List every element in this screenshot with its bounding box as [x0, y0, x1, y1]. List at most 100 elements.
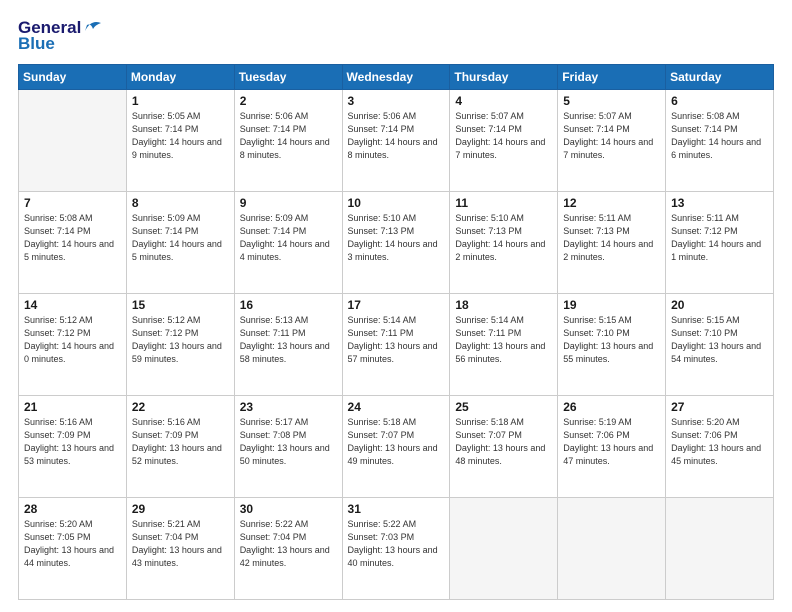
day-info: Sunrise: 5:09 AMSunset: 7:14 PMDaylight:… — [132, 212, 229, 264]
day-info: Sunrise: 5:16 AMSunset: 7:09 PMDaylight:… — [132, 416, 229, 468]
day-number: 18 — [455, 298, 552, 312]
day-info: Sunrise: 5:10 AMSunset: 7:13 PMDaylight:… — [455, 212, 552, 264]
day-number: 4 — [455, 94, 552, 108]
day-info: Sunrise: 5:09 AMSunset: 7:14 PMDaylight:… — [240, 212, 337, 264]
calendar-cell — [666, 498, 774, 600]
day-info: Sunrise: 5:06 AMSunset: 7:14 PMDaylight:… — [348, 110, 445, 162]
calendar-cell: 29Sunrise: 5:21 AMSunset: 7:04 PMDayligh… — [126, 498, 234, 600]
weekday-header-row: SundayMondayTuesdayWednesdayThursdayFrid… — [19, 65, 774, 90]
calendar-week-row: 14 Sunrise: 5:12 AMSunset: 7:12 PMDayligh… — [19, 294, 774, 396]
weekday-header: Tuesday — [234, 65, 342, 90]
day-info: Sunrise: 5:20 AMSunset: 7:05 PMDaylight:… — [24, 518, 121, 570]
calendar-table: SundayMondayTuesdayWednesdayThursdayFrid… — [18, 64, 774, 600]
day-info: Sunrise: 5:08 AMSunset: 7:14 PMDaylight:… — [671, 110, 768, 162]
calendar-cell: 20 Sunrise: 5:15 AMSunset: 7:10 PMDayligh… — [666, 294, 774, 396]
calendar-cell: 26Sunrise: 5:19 AMSunset: 7:06 PMDayligh… — [558, 396, 666, 498]
calendar-cell: 6 Sunrise: 5:08 AMSunset: 7:14 PMDaylight… — [666, 90, 774, 192]
day-info: Sunrise: 5:07 AMSunset: 7:14 PMDaylight:… — [455, 110, 552, 162]
calendar-cell: 10 Sunrise: 5:10 AMSunset: 7:13 PMDayligh… — [342, 192, 450, 294]
day-number: 5 — [563, 94, 660, 108]
calendar-cell: 22 Sunrise: 5:16 AMSunset: 7:09 PMDayligh… — [126, 396, 234, 498]
day-info: Sunrise: 5:19 AMSunset: 7:06 PMDaylight:… — [563, 416, 660, 468]
calendar-cell: 5 Sunrise: 5:07 AMSunset: 7:14 PMDaylight… — [558, 90, 666, 192]
day-info: Sunrise: 5:11 AMSunset: 7:13 PMDaylight:… — [563, 212, 660, 264]
calendar-week-row: 1 Sunrise: 5:05 AMSunset: 7:14 PMDaylight… — [19, 90, 774, 192]
day-info: Sunrise: 5:14 AMSunset: 7:11 PMDaylight:… — [348, 314, 445, 366]
day-number: 14 — [24, 298, 121, 312]
calendar-cell: 17 Sunrise: 5:14 AMSunset: 7:11 PMDayligh… — [342, 294, 450, 396]
header: General Blue — [18, 18, 774, 54]
day-info: Sunrise: 5:22 AMSunset: 7:04 PMDaylight:… — [240, 518, 337, 570]
day-info: Sunrise: 5:17 AMSunset: 7:08 PMDaylight:… — [240, 416, 337, 468]
day-number: 11 — [455, 196, 552, 210]
calendar-cell: 25 Sunrise: 5:18 AMSunset: 7:07 PMDayligh… — [450, 396, 558, 498]
calendar-cell: 1 Sunrise: 5:05 AMSunset: 7:14 PMDaylight… — [126, 90, 234, 192]
day-number: 19 — [563, 298, 660, 312]
day-number: 12 — [563, 196, 660, 210]
day-info: Sunrise: 5:18 AMSunset: 7:07 PMDaylight:… — [455, 416, 552, 468]
day-info: Sunrise: 5:07 AMSunset: 7:14 PMDaylight:… — [563, 110, 660, 162]
day-number: 17 — [348, 298, 445, 312]
calendar-cell — [450, 498, 558, 600]
day-number: 10 — [348, 196, 445, 210]
weekday-header: Thursday — [450, 65, 558, 90]
calendar-cell: 14 Sunrise: 5:12 AMSunset: 7:12 PMDayligh… — [19, 294, 127, 396]
day-number: 22 — [132, 400, 229, 414]
day-number: 15 — [132, 298, 229, 312]
calendar-cell: 18Sunrise: 5:14 AMSunset: 7:11 PMDayligh… — [450, 294, 558, 396]
calendar-cell: 27 Sunrise: 5:20 AMSunset: 7:06 PMDayligh… — [666, 396, 774, 498]
day-number: 27 — [671, 400, 768, 414]
calendar-cell: 30 Sunrise: 5:22 AMSunset: 7:04 PMDayligh… — [234, 498, 342, 600]
day-number: 7 — [24, 196, 121, 210]
day-number: 31 — [348, 502, 445, 516]
calendar-cell: 8 Sunrise: 5:09 AMSunset: 7:14 PMDaylight… — [126, 192, 234, 294]
calendar-cell: 13Sunrise: 5:11 AMSunset: 7:12 PMDayligh… — [666, 192, 774, 294]
day-number: 28 — [24, 502, 121, 516]
logo-blue: Blue — [18, 34, 55, 54]
day-info: Sunrise: 5:18 AMSunset: 7:07 PMDaylight:… — [348, 416, 445, 468]
calendar-cell: 3 Sunrise: 5:06 AMSunset: 7:14 PMDaylight… — [342, 90, 450, 192]
weekday-header: Saturday — [666, 65, 774, 90]
calendar-cell: 12 Sunrise: 5:11 AMSunset: 7:13 PMDayligh… — [558, 192, 666, 294]
day-info: Sunrise: 5:08 AMSunset: 7:14 PMDaylight:… — [24, 212, 121, 264]
day-number: 3 — [348, 94, 445, 108]
day-number: 25 — [455, 400, 552, 414]
weekday-header: Monday — [126, 65, 234, 90]
calendar-cell: 19 Sunrise: 5:15 AMSunset: 7:10 PMDayligh… — [558, 294, 666, 396]
day-number: 8 — [132, 196, 229, 210]
day-number: 2 — [240, 94, 337, 108]
calendar-cell — [19, 90, 127, 192]
calendar-cell: 7 Sunrise: 5:08 AMSunset: 7:14 PMDaylight… — [19, 192, 127, 294]
day-number: 6 — [671, 94, 768, 108]
weekday-header: Sunday — [19, 65, 127, 90]
calendar-cell: 11 Sunrise: 5:10 AMSunset: 7:13 PMDayligh… — [450, 192, 558, 294]
calendar-week-row: 28 Sunrise: 5:20 AMSunset: 7:05 PMDayligh… — [19, 498, 774, 600]
calendar-cell: 31Sunrise: 5:22 AMSunset: 7:03 PMDayligh… — [342, 498, 450, 600]
day-info: Sunrise: 5:05 AMSunset: 7:14 PMDaylight:… — [132, 110, 229, 162]
calendar-cell: 23Sunrise: 5:17 AMSunset: 7:08 PMDayligh… — [234, 396, 342, 498]
calendar-cell: 2Sunrise: 5:06 AMSunset: 7:14 PMDaylight… — [234, 90, 342, 192]
day-info: Sunrise: 5:20 AMSunset: 7:06 PMDaylight:… — [671, 416, 768, 468]
calendar-cell: 28 Sunrise: 5:20 AMSunset: 7:05 PMDayligh… — [19, 498, 127, 600]
day-info: Sunrise: 5:15 AMSunset: 7:10 PMDaylight:… — [671, 314, 768, 366]
calendar-week-row: 7 Sunrise: 5:08 AMSunset: 7:14 PMDaylight… — [19, 192, 774, 294]
day-info: Sunrise: 5:12 AMSunset: 7:12 PMDaylight:… — [24, 314, 121, 366]
calendar-cell: 16Sunrise: 5:13 AMSunset: 7:11 PMDayligh… — [234, 294, 342, 396]
day-number: 1 — [132, 94, 229, 108]
day-number: 21 — [24, 400, 121, 414]
weekday-header: Friday — [558, 65, 666, 90]
logo-bird-icon — [83, 17, 105, 35]
calendar-cell: 9 Sunrise: 5:09 AMSunset: 7:14 PMDaylight… — [234, 192, 342, 294]
calendar-cell: 15 Sunrise: 5:12 AMSunset: 7:12 PMDayligh… — [126, 294, 234, 396]
day-info: Sunrise: 5:15 AMSunset: 7:10 PMDaylight:… — [563, 314, 660, 366]
calendar-cell: 4 Sunrise: 5:07 AMSunset: 7:14 PMDaylight… — [450, 90, 558, 192]
day-info: Sunrise: 5:13 AMSunset: 7:11 PMDaylight:… — [240, 314, 337, 366]
day-number: 20 — [671, 298, 768, 312]
day-info: Sunrise: 5:16 AMSunset: 7:09 PMDaylight:… — [24, 416, 121, 468]
day-number: 30 — [240, 502, 337, 516]
calendar-page: General Blue SundayMondayTuesdayWednesda… — [0, 0, 792, 612]
day-info: Sunrise: 5:10 AMSunset: 7:13 PMDaylight:… — [348, 212, 445, 264]
day-info: Sunrise: 5:12 AMSunset: 7:12 PMDaylight:… — [132, 314, 229, 366]
day-number: 9 — [240, 196, 337, 210]
calendar-cell — [558, 498, 666, 600]
